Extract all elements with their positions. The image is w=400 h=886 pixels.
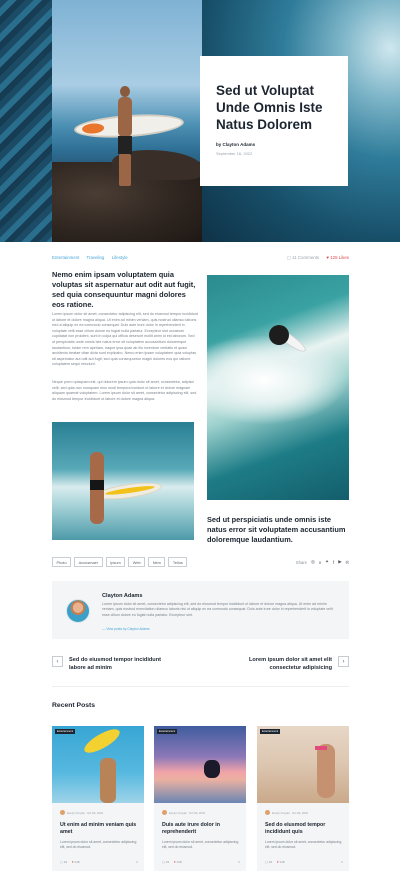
share-label: Share	[295, 559, 307, 565]
instagram-icon[interactable]: ◎	[311, 559, 315, 565]
post-footer: ▢ 24 ♥ 148 ⋖	[162, 860, 240, 864]
recent-post-image[interactable]	[257, 726, 349, 803]
prev-post-title[interactable]: Sed do eiusmod tempor incididunt labore …	[69, 656, 169, 672]
author-posts-link[interactable]: — View posts by Clayton Adams	[102, 627, 150, 631]
comment-icon: ▢	[60, 860, 63, 864]
share-icon[interactable]: ⋖	[237, 860, 240, 864]
post-byline: Evelyn Snyder Oct 09, 2022	[265, 810, 308, 815]
hero-water-left	[0, 0, 52, 242]
post-footer: ▢ 24 ♥ 148 ⋖	[265, 860, 343, 864]
post-comments[interactable]: 24	[166, 860, 169, 864]
post-author[interactable]: Evelyn Snyder	[169, 811, 187, 815]
category-link-traveling[interactable]: Traveling	[86, 255, 104, 260]
comment-icon: ▢	[162, 860, 165, 864]
post-likes[interactable]: 148	[75, 860, 80, 864]
category-badge[interactable]: Entertainment	[55, 729, 76, 734]
hero-banner: Sed ut Voluptat Unde Omnis Iste Natus Do…	[0, 0, 400, 242]
post-title[interactable]: Sed do eiusmod tempor incididunt quis	[265, 822, 343, 837]
hero-surfer-photo	[52, 0, 202, 242]
tag-list: Photo Accusmaer Ipsum Web Nem Tellus	[52, 557, 188, 567]
recent-post-card[interactable]: Entertainment Evelyn Snyder Oct 09, 2022…	[257, 726, 349, 871]
recent-posts-grid: Entertainment Evelyn Snyder Oct 09, 2022…	[52, 726, 349, 871]
recent-post-image[interactable]	[154, 726, 246, 803]
tag-accusmaer[interactable]: Accusmaer	[74, 557, 103, 567]
pinterest-icon[interactable]: ℗	[346, 560, 349, 565]
post-meta-bar: Entertainment Traveling Lifestyle ▢ 11 C…	[52, 255, 349, 263]
post-likes[interactable]: 148	[177, 860, 182, 864]
comment-icon: ▢	[286, 255, 291, 260]
article-lead: Nemo enim ipsam voluptatem quia voluptas…	[52, 270, 196, 309]
tag-web[interactable]: Web	[128, 557, 146, 567]
post-excerpt: Lorem ipsum dolor sit amet, consectetur …	[265, 840, 342, 849]
post-comments[interactable]: 24	[64, 860, 67, 864]
hero-surfer	[118, 86, 132, 186]
heart-icon: ♥	[71, 860, 74, 864]
twitter-icon[interactable]: ✦	[325, 559, 329, 565]
section-divider	[52, 686, 349, 687]
youtube-icon[interactable]: ▶	[338, 559, 341, 565]
prev-post-button[interactable]: ‹	[52, 656, 63, 667]
comments-count[interactable]: 11 Comments	[292, 255, 319, 260]
avatar[interactable]	[66, 599, 90, 623]
recent-posts-heading: Recent Posts	[52, 702, 96, 709]
post-byline: Evelyn Snyder Oct 09, 2022	[162, 810, 205, 815]
share-icon[interactable]: ⋖	[340, 860, 343, 864]
article-highlight-quote: Sed ut perspiciatis unde omnis iste natu…	[207, 515, 346, 544]
tag-ipsum[interactable]: Ipsum	[105, 557, 126, 567]
post-stats: ▢ 11 Comments ♥ 125 Likes	[287, 255, 349, 261]
comment-icon: ▢	[265, 860, 268, 864]
category-link-lifestyle[interactable]: Lifestyle	[112, 255, 128, 260]
article-photo-surfer-girl	[52, 422, 194, 540]
hero-date: September 16, 2022	[216, 151, 253, 156]
post-title[interactable]: Duis aute irure dolor in reprehenderit	[162, 822, 240, 837]
category-list: Entertainment Traveling Lifestyle	[52, 255, 134, 260]
likes-count[interactable]: ♥ 125 Likes	[326, 255, 349, 260]
tag-nem[interactable]: Nem	[148, 557, 166, 567]
author-name[interactable]: Clayton Adams	[102, 593, 143, 599]
recent-post-card[interactable]: Entertainment Evelyn Snyder Oct 09, 2022…	[154, 726, 246, 871]
article-photo-surfing	[207, 275, 349, 500]
post-date: Oct 09, 2022	[189, 810, 206, 815]
post-author[interactable]: Evelyn Snyder	[272, 811, 290, 815]
heart-icon: ♥	[173, 860, 176, 864]
hero-title-card: Sed ut Voluptat Unde Omnis Iste Natus Do…	[200, 56, 348, 186]
recent-post-card[interactable]: Entertainment Evelyn Snyder Oct 09, 2022…	[52, 726, 144, 871]
post-comments[interactable]: 24	[269, 860, 272, 864]
hero-author[interactable]: by Clayton Adams	[216, 142, 332, 147]
facebook-icon[interactable]: f	[333, 560, 334, 565]
share-bar: Share ◎ v ✦ f ▶ ℗	[296, 559, 349, 565]
post-likes[interactable]: 148	[280, 860, 285, 864]
tag-tellus[interactable]: Tellus	[168, 557, 188, 567]
heart-icon: ♥	[326, 255, 329, 260]
post-excerpt: Lorem ipsum dolor sit amet, consectetur …	[162, 840, 239, 849]
article-paragraph-1: Lorem ipsum dolor sit amet, consectetur …	[52, 312, 198, 367]
page-title: Sed ut Voluptat Unde Omnis Iste Natus Do…	[216, 83, 323, 132]
author-avatar-icon	[60, 810, 65, 815]
post-footer: ▢ 24 ♥ 148 ⋖	[60, 860, 138, 864]
post-title[interactable]: Ut enim ad minim veniam quis amet	[60, 822, 138, 837]
post-date: Oct 09, 2022	[87, 810, 104, 815]
recent-post-image[interactable]	[52, 726, 144, 803]
author-avatar-icon	[162, 810, 167, 815]
category-badge[interactable]: Entertainment	[260, 729, 281, 734]
post-byline: Evelyn Snyder Oct 09, 2022	[60, 810, 103, 815]
likes-label: 125 Likes	[330, 255, 349, 260]
author-bio: Lorem ipsum dolor sit amet, consectetur …	[102, 602, 333, 617]
next-post-button[interactable]: ›	[338, 656, 349, 667]
share-icon[interactable]: ⋖	[135, 860, 138, 864]
chevron-left-icon: ‹	[56, 659, 59, 665]
chevron-right-icon: ›	[342, 659, 345, 665]
category-link-entertainment[interactable]: Entertainment	[52, 255, 79, 260]
post-excerpt: Lorem ipsum dolor sit amet, consectetur …	[60, 840, 137, 849]
tag-photo[interactable]: Photo	[52, 557, 72, 567]
author-avatar-icon	[265, 810, 270, 815]
post-date: Oct 09, 2022	[292, 810, 309, 815]
category-badge[interactable]: Entertainment	[157, 729, 178, 734]
article-paragraph-2: Neque porro quisquam est, qui dolorem ip…	[52, 380, 197, 401]
next-post-title[interactable]: Lorem ipsum dolor sit amet elit consecte…	[232, 656, 332, 672]
vimeo-icon[interactable]: v	[319, 560, 321, 565]
post-author[interactable]: Evelyn Snyder	[67, 811, 85, 815]
author-box: Clayton Adams Lorem ipsum dolor sit amet…	[52, 581, 349, 639]
heart-icon: ♥	[276, 860, 279, 864]
